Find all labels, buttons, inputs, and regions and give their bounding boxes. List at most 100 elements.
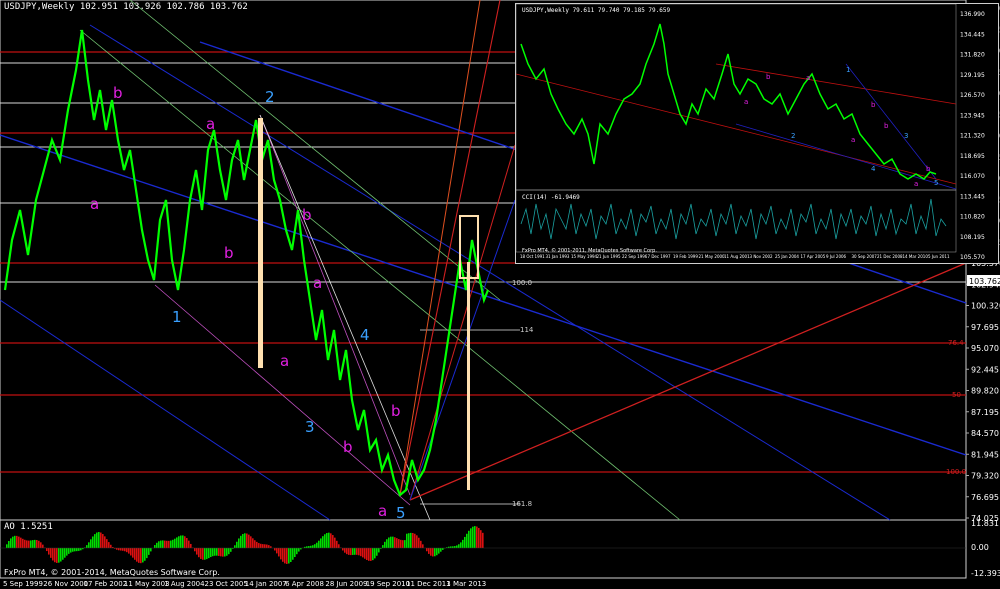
wave-label-b2: b — [224, 244, 234, 262]
fib-bar-1[interactable] — [258, 118, 263, 368]
wave-label-a4: a — [378, 502, 387, 520]
inset-price-label: 126.570 — [960, 92, 985, 99]
inset-price-label: 134.445 — [960, 31, 985, 38]
time-axis-label: 6 Apr 2008 — [285, 580, 324, 588]
time-axis-label: 5 Sep 1999 — [3, 580, 43, 588]
ao-axis-label: -12.3935 — [971, 569, 1000, 578]
inset-time-label: 14 Mar 2010 — [903, 254, 929, 259]
time-axis-label: 3 Mar 2013 — [446, 580, 486, 588]
inset-time-label: 17 Apr 2005 — [801, 254, 826, 259]
fib-label-161: 161.8 — [512, 500, 532, 508]
inset-price-label: 118.695 — [960, 153, 985, 160]
inset-wave-label-a4: a — [914, 180, 918, 188]
ao-indicator-title: AO 1.5251 — [4, 522, 53, 532]
inset-price-label: 121.320 — [960, 133, 985, 140]
elliott-wave-labels: 1 2 3 4 5 a a a a b b b b b a — [90, 84, 406, 522]
wave-label-a5: a — [313, 274, 322, 292]
inset-price-label: 116.070 — [960, 173, 985, 180]
inset-wave-label-a3: a — [851, 136, 855, 144]
price-axis-label: 95.070 — [971, 344, 999, 353]
wave-label-b4: b — [343, 438, 353, 456]
price-axis-label: 89.820 — [971, 387, 999, 396]
time-axis-label: 19 Sep 2010 — [366, 580, 410, 588]
time-axis: 5 Sep 1999 26 Nov 200017 Feb 200211 May 2… — [3, 580, 486, 588]
ao-axis-label: 11.831 — [971, 519, 999, 528]
inset-time-label: 3 Nov 2002 — [750, 254, 774, 259]
wave-label-b3: b — [302, 206, 312, 224]
wave-label-a2: a — [206, 115, 215, 133]
price-axis-label: 92.445 — [971, 365, 999, 374]
inset-time-label: 22 Sep 1996 — [622, 254, 648, 259]
inset-time-label: 25 Jan 2004 — [775, 254, 799, 259]
inset-cci-title: CCI(14) -61.9469 — [522, 194, 580, 201]
price-axis-label: 76.695 — [971, 493, 999, 502]
inset-copyright: FxPro MT4, © 2001-2011, MetaQuotes Softw… — [522, 248, 657, 254]
ao-axis-label: 0.00 — [971, 543, 989, 552]
inset-price-label: 131.820 — [960, 52, 985, 59]
time-axis-label: 14 Jan 2007 — [245, 580, 287, 588]
wave-label-a3: a — [280, 352, 289, 370]
wave-label-4: 4 — [360, 326, 370, 344]
inset-time-label: 9 Jul 2006 — [826, 254, 847, 259]
time-axis-label: 1 Aug 2004 — [164, 580, 205, 588]
ao-axis: 11.831 0.00 -12.3935 — [971, 519, 1000, 578]
inset-wave-label-b2: b — [871, 101, 876, 109]
inset-time-label: 18 Oct 1991 — [520, 254, 545, 259]
price-axis-label: 97.695 — [971, 323, 999, 332]
current-price-label: 103.762 — [969, 277, 1000, 286]
inset-wave-label-a1: a — [744, 98, 748, 106]
inset-wave-label-1: 1 — [846, 66, 850, 74]
price-axis-label: 100.320 — [971, 302, 1000, 311]
inset-price-label: 113.445 — [960, 193, 985, 200]
inset-chart-window[interactable]: 136.990 134.445 131.820 129.195 126.570 123.9… — [515, 3, 999, 264]
inset-time-label: 21 Dec 2008 — [877, 254, 903, 259]
inset-time-label: 11 Aug 2001 — [724, 254, 750, 259]
inset-time-label: 15 May 1994 — [571, 254, 598, 259]
price-axis-label: 79.320 — [971, 472, 999, 481]
time-axis-label: 26 Nov 2000 — [43, 580, 88, 588]
fib-label-100: 100.0 — [512, 279, 532, 287]
fib-label-100b: 100.0 — [946, 468, 966, 476]
price-axis-label: 84.570 — [971, 429, 999, 438]
inset-time-label: 31 Jan 1993 — [546, 254, 570, 259]
inset-wave-label-4: 4 — [871, 165, 876, 173]
wave-label-b5: b — [391, 402, 401, 420]
inset-price-label: 136.990 — [960, 11, 985, 18]
inset-chart-title: USDJPY,Weekly 79.611 79.740 79.185 79.65… — [522, 7, 671, 14]
inset-wave-label-b1: b — [766, 73, 771, 81]
fib-label-114: 114 — [520, 326, 534, 334]
inset-wave-label-b3: b — [884, 122, 889, 130]
inset-time-label: 21 Jun 1995 — [597, 254, 622, 259]
wave-label-b1: b — [113, 84, 123, 102]
inset-wave-label-a2: a — [806, 74, 810, 82]
fib-label-76: 76.4 — [948, 339, 964, 347]
price-axis-label: 87.195 — [971, 408, 999, 417]
wave-label-2: 2 — [265, 88, 275, 106]
wave-label-a1: a — [90, 195, 99, 213]
inset-price-label: 110.820 — [960, 214, 985, 221]
time-axis-label: 11 Dec 2011 — [406, 580, 451, 588]
inset-price-label: 108.195 — [960, 234, 985, 241]
time-axis-label: 23 Oct 2005 — [205, 580, 248, 588]
price-axis-label: 81.945 — [971, 450, 999, 459]
chart-title: USDJPY,Weekly 102.951 103.926 102.786 10… — [4, 2, 248, 12]
fib-label-50: 50 — [952, 391, 961, 399]
inset-price-label: 123.945 — [960, 112, 985, 119]
time-axis-label: 17 Feb 2002 — [84, 580, 128, 588]
inset-time-label: 5 Jun 2011 — [928, 254, 950, 259]
wave-label-3: 3 — [305, 418, 315, 436]
fib-bar-2[interactable] — [467, 262, 470, 490]
inset-wave-label-3: 3 — [904, 132, 908, 140]
inset-price-label: 105.570 — [960, 254, 985, 261]
inset-time-label: 21 May 2000 — [699, 254, 726, 259]
wave-label-1: 1 — [172, 308, 182, 326]
inset-wave-label-5: 5 — [934, 179, 938, 187]
ao-histogram — [6, 526, 484, 564]
inset-wave-label-2: 2 — [791, 132, 795, 140]
inset-time-label: 7 Dec 1997 — [648, 254, 671, 259]
inset-chart[interactable]: 136.990 134.445 131.820 129.195 126.570 123.9… — [515, 3, 998, 263]
time-axis-label: 11 May 2003 — [124, 580, 170, 588]
time-axis-label: 28 Jun 2009 — [325, 580, 367, 588]
footer-copyright: FxPro MT4, © 2001-2014, MetaQuotes Softw… — [4, 568, 220, 577]
inset-time-label: 19 Feb 1999 — [673, 254, 698, 259]
